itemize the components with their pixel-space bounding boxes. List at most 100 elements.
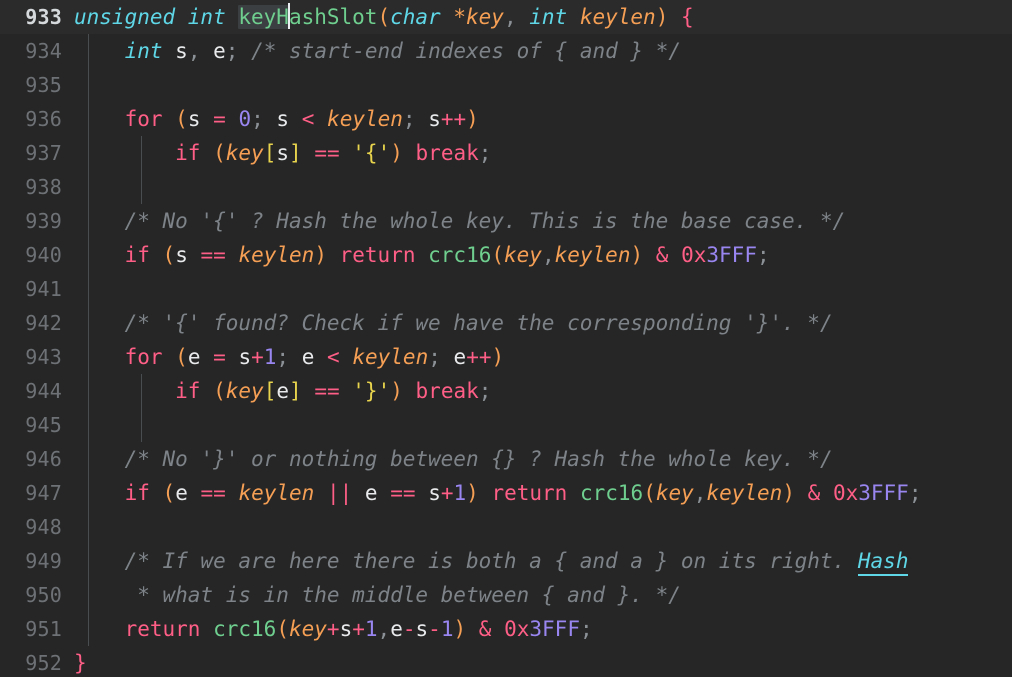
token-variable: s [175, 243, 188, 267]
line-number-946[interactable]: 946 [0, 442, 62, 476]
code-content-951[interactable]: return crc16(key+s+1,e-s-1) & 0x3FFF; [74, 612, 1012, 646]
token-parameter: keylen [327, 107, 403, 131]
code-content-942[interactable]: /* '{' found? Check if we have the corre… [74, 306, 1012, 340]
line-number-936[interactable]: 936 [0, 102, 62, 136]
code-line-945[interactable]: 945 [0, 408, 1012, 442]
code-line-952[interactable]: 952 } [0, 646, 1012, 677]
line-number-938[interactable]: 938 [0, 170, 62, 204]
code-line-947[interactable]: 947 if (e == keylen || e == s+1) return … [0, 476, 1012, 510]
line-number-948[interactable]: 948 [0, 510, 62, 544]
line-number-943[interactable]: 943 [0, 340, 62, 374]
code-content-950[interactable]: * what is in the middle between { and }.… [74, 578, 1012, 612]
code-line-950[interactable]: 950 * what is in the middle between { an… [0, 578, 1012, 612]
token-operator-and: & [807, 481, 821, 505]
token-type: unsigned int [74, 5, 226, 29]
code-line-934[interactable]: 934 int s, e; /* start-end indexes of { … [0, 34, 1012, 68]
token-paren: ) [466, 107, 479, 131]
code-content-936[interactable]: for (s = 0; s < keylen; s++) [74, 102, 1012, 136]
code-content-945[interactable] [74, 408, 1012, 442]
token-keyword-if: if [175, 141, 201, 165]
token-paren: ) [314, 243, 327, 267]
token-operator: == [200, 481, 226, 505]
code-line-946[interactable]: 946 /* No '}' or nothing between {} ? Ha… [0, 442, 1012, 476]
code-line-949[interactable]: 949 /* If we are here there is both a { … [0, 544, 1012, 578]
code-content-937[interactable]: if (key[s] == '{') break; [74, 136, 1012, 170]
comment-link-hash[interactable]: Hash [857, 549, 909, 576]
code-editor[interactable]: 933 unsigned int keyHashSlot(char *key, … [0, 0, 1012, 677]
code-line-940[interactable]: 940 if (s == keylen) return crc16(key,ke… [0, 238, 1012, 272]
code-line-941[interactable]: 941 [0, 272, 1012, 306]
token-type: int [124, 39, 163, 63]
token-variable: e [276, 379, 290, 403]
code-line-948[interactable]: 948 [0, 510, 1012, 544]
token-parameter: key [225, 379, 264, 403]
line-number-951[interactable]: 951 [0, 612, 62, 646]
code-content-934[interactable]: int s, e; /* start-end indexes of { and … [74, 34, 1012, 68]
code-content-943[interactable]: for (e = s+1; e < keylen; e++) [74, 340, 1012, 374]
code-line-939[interactable]: 939 /* No '{' ? Hash the whole key. This… [0, 204, 1012, 238]
code-line-938[interactable]: 938 [0, 170, 1012, 204]
token-comment: * what is in the middle between { and }.… [137, 583, 681, 607]
code-content-941[interactable] [74, 272, 1012, 306]
code-content-940[interactable]: if (s == keylen) return crc16(key,keylen… [74, 238, 1012, 272]
line-number-947[interactable]: 947 [0, 476, 62, 510]
token-keyword-if: if [124, 481, 150, 505]
token-semicolon: ; [478, 141, 492, 165]
line-number-949[interactable]: 949 [0, 544, 62, 578]
line-number-942[interactable]: 942 [0, 306, 62, 340]
token-variable: s [187, 107, 201, 131]
token-operator: ++ [466, 345, 492, 369]
code-content-935[interactable] [74, 68, 1012, 102]
line-number-939[interactable]: 939 [0, 204, 62, 238]
line-number-937[interactable]: 937 [0, 136, 62, 170]
code-line-933[interactable]: 933 unsigned int keyHashSlot(char *key, … [0, 0, 1012, 34]
code-line-942[interactable]: 942 /* '{' found? Check if we have the c… [0, 306, 1012, 340]
code-content-939[interactable]: /* No '{' ? Hash the whole key. This is … [74, 204, 1012, 238]
line-number-934[interactable]: 934 [0, 34, 62, 68]
code-line-936[interactable]: 936 for (s = 0; s < keylen; s++) [0, 102, 1012, 136]
token-paren: ) [466, 481, 479, 505]
code-content-944[interactable]: if (key[e] == '}') break; [74, 374, 1012, 408]
code-content-948[interactable] [74, 510, 1012, 544]
token-operator-plus: + [251, 345, 264, 369]
line-number-945[interactable]: 945 [0, 408, 62, 442]
code-line-937[interactable]: 937 if (key[s] == '{') break; [0, 136, 1012, 170]
token-brace: { [681, 5, 694, 29]
code-content-949[interactable]: /* If we are here there is both a { and … [74, 544, 1012, 578]
line-number-952[interactable]: 952 [0, 646, 62, 677]
code-line-944[interactable]: 944 if (key[e] == '}') break; [0, 374, 1012, 408]
code-content-947[interactable]: if (e == keylen || e == s+1) return crc1… [74, 476, 1012, 510]
token-bracket: [ [263, 141, 277, 165]
token-operator: == [200, 243, 226, 267]
token-paren: ) [782, 481, 795, 505]
token-operator-and: & [478, 617, 492, 641]
code-content-933[interactable]: unsigned int keyHashSlot(char *key, int … [74, 0, 1012, 34]
line-number-933[interactable]: 933 [0, 0, 62, 34]
code-content-952[interactable]: } [74, 646, 1012, 677]
line-number-941[interactable]: 941 [0, 272, 62, 306]
token-semicolon: ; [276, 345, 290, 369]
line-number-944[interactable]: 944 [0, 374, 62, 408]
token-function-crc16: crc16 [428, 243, 492, 267]
code-line-951[interactable]: 951 return crc16(key+s+1,e-s-1) & 0x3FFF… [0, 612, 1012, 646]
token-keyword-if: if [124, 243, 150, 267]
line-number-940[interactable]: 940 [0, 238, 62, 272]
token-number-prefix: 0x [832, 481, 859, 505]
line-number-950[interactable]: 950 [0, 578, 62, 612]
code-content-946[interactable]: /* No '}' or nothing between {} ? Hash t… [74, 442, 1012, 476]
token-function-crc16: crc16 [213, 617, 277, 641]
code-line-943[interactable]: 943 for (e = s+1; e < keylen; e++) [0, 340, 1012, 374]
code-content-938[interactable] [74, 170, 1012, 204]
line-number-935[interactable]: 935 [0, 68, 62, 102]
code-line-935[interactable]: 935 [0, 68, 1012, 102]
